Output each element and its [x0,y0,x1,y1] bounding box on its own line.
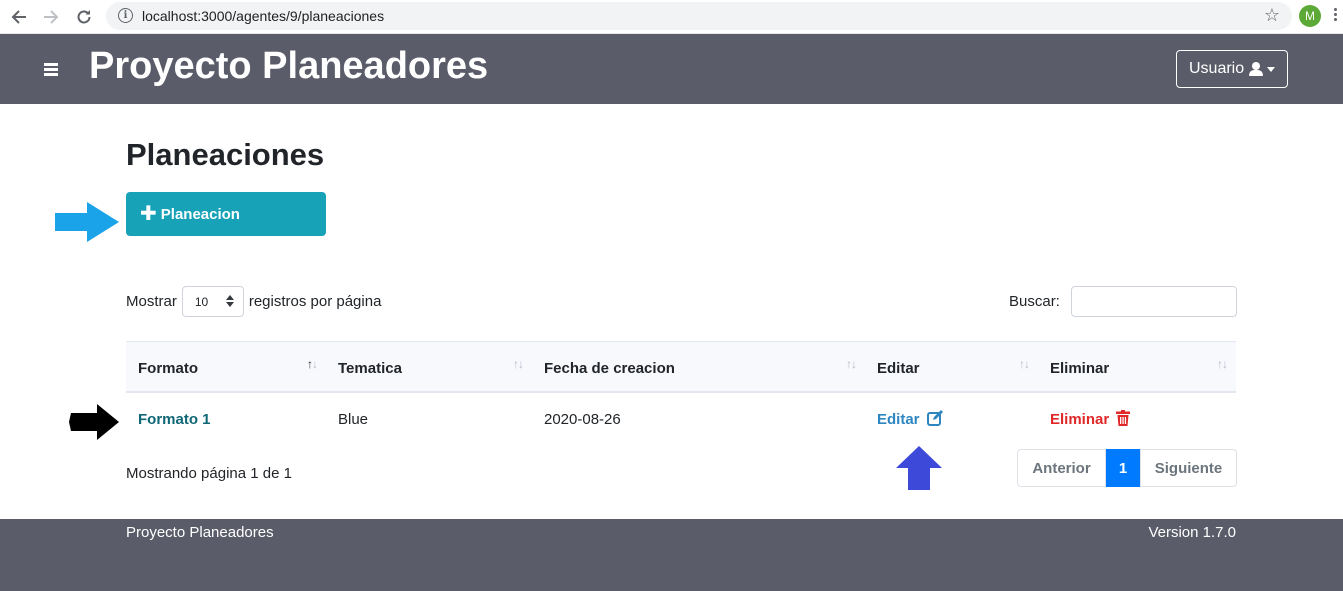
tematica-cell: Blue [338,410,369,428]
cyan-arrow-annotation [55,202,119,242]
page-title: Planeaciones [126,137,325,172]
table-info: Mostrando página 1 de 1 [126,465,292,482]
planeaciones-table: Formato ↑↓ Tematica ↑↓ Fecha de creacion… [126,341,1236,446]
profile-avatar[interactable]: M [1299,5,1321,27]
trash-icon [1116,410,1131,426]
fecha-cell: 2020-08-26 [544,410,621,428]
select-arrows-icon [225,295,234,309]
browser-toolbar: i localhost:3000/agentes/9/planeaciones … [0,0,1343,34]
table-row: Formato 1 Blue 2020-08-26 Editar Elimina… [126,392,1236,446]
user-dropdown-button[interactable]: Usuario [1176,50,1288,88]
reload-icon[interactable] [73,6,95,28]
column-header-eliminar[interactable]: Eliminar ↑↓ [1038,341,1236,393]
back-arrow-icon[interactable] [8,6,30,28]
footer: Proyecto Planeadores Version 1.7.0 [0,519,1343,591]
sort-icon: ↑↓ [846,357,857,371]
caret-down-icon [1267,66,1276,72]
user-dropdown-label: Usuario [1189,60,1245,77]
page-length-select[interactable]: 10 [181,286,244,317]
column-label: Formato [138,359,198,377]
pagination: Anterior 1 Siguiente [1017,449,1237,487]
address-bar[interactable]: i localhost:3000/agentes/9/planeaciones … [106,2,1292,30]
app-navbar: Proyecto Planeadores Usuario [0,34,1343,104]
user-icon [1249,62,1264,76]
formato-link[interactable]: Formato 1 [138,411,211,428]
app-title[interactable]: Proyecto Planeadores [89,45,488,88]
blue-arrow-annotation [896,446,942,490]
search-control: Buscar: [1009,286,1237,317]
column-header-formato[interactable]: Formato ↑↓ [126,341,326,393]
sort-icon: ↑↓ [1019,357,1030,371]
table-header-row: Formato ↑↓ Tematica ↑↓ Fecha de creacion… [126,341,1236,393]
forward-arrow-icon[interactable] [40,6,62,28]
next-page-button[interactable]: Siguiente [1140,449,1237,487]
column-header-fecha[interactable]: Fecha de creacion ↑↓ [532,341,865,393]
add-planeacion-button[interactable]: ✚ Planeacion [126,192,326,236]
info-icon[interactable]: i [118,8,133,23]
browser-menu-icon[interactable] [1334,8,1338,26]
page-length-value: 10 [194,294,209,309]
edit-link[interactable]: Editar [877,410,944,428]
black-arrow-annotation [69,404,119,440]
add-button-label: Planeacion [160,205,240,223]
sort-icon: ↑↓ [1217,357,1228,371]
column-label: Eliminar [1050,359,1110,377]
sort-icon: ↑↓ [513,357,524,371]
length-suffix: registros por página [248,293,382,310]
search-label: Buscar: [1009,293,1060,310]
column-header-editar[interactable]: Editar ↑↓ [865,341,1038,393]
footer-version: Version 1.7.0 [1148,524,1236,541]
previous-page-button[interactable]: Anterior [1017,449,1106,487]
url-text: localhost:3000/agentes/9/planeaciones [142,8,385,24]
sort-icon: ↑↓ [307,357,318,371]
search-input[interactable] [1070,286,1237,317]
bookmark-star-icon[interactable]: ☆ [1264,5,1280,26]
page-1-button[interactable]: 1 [1106,449,1140,487]
delete-link[interactable]: Eliminar [1050,410,1131,428]
edit-icon [926,410,943,426]
delete-link-label: Eliminar [1050,411,1110,428]
column-label: Editar [877,359,920,377]
hamburger-menu-icon[interactable] [44,63,58,76]
edit-link-label: Editar [877,411,920,428]
column-label: Tematica [338,359,402,377]
column-label: Fecha de creacion [544,359,675,377]
length-prefix: Mostrar [126,293,177,310]
column-header-tematica[interactable]: Tematica ↑↓ [326,341,532,393]
footer-app-name: Proyecto Planeadores [126,524,274,541]
plus-icon: ✚ [140,203,157,225]
length-control: Mostrar 10 registros por página [126,286,381,317]
